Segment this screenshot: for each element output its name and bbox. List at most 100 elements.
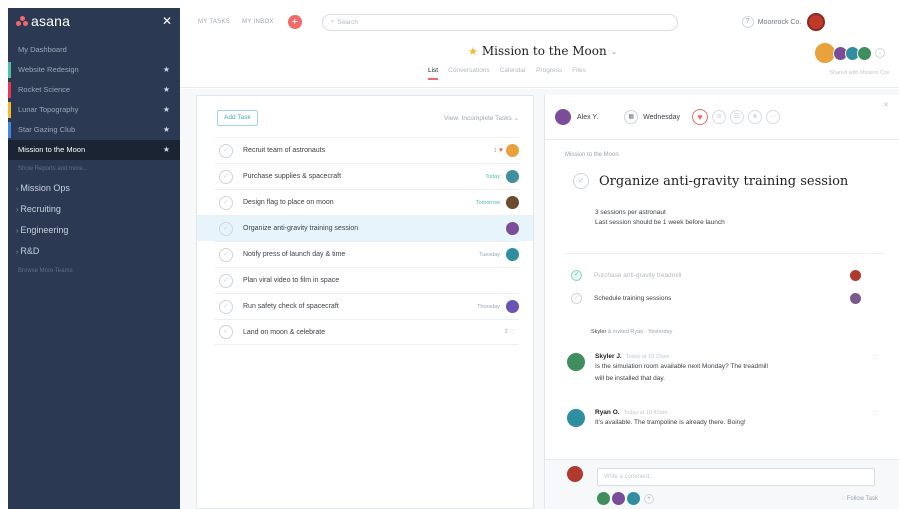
project-tab[interactable]: Conversations (448, 67, 490, 80)
star-icon[interactable]: ★ (468, 45, 478, 58)
project-tab[interactable]: Files (572, 67, 586, 80)
sidebar-team-item[interactable]: › R&D (8, 241, 180, 262)
subtask-checkbox[interactable]: ✓ (571, 292, 582, 304)
project-color-bar (8, 82, 11, 98)
close-sidebar-icon[interactable]: ✕ (162, 14, 172, 28)
sidebar-item-project[interactable]: Website Redesign ★ (8, 60, 180, 80)
complete-task-checkbox[interactable]: ✓ (573, 173, 589, 189)
project-tab[interactable]: List (428, 67, 439, 80)
task-checkbox[interactable]: ✓ (219, 325, 233, 339)
project-color-bar (8, 122, 11, 138)
more-options-icon[interactable]: ⋯ (766, 110, 780, 124)
star-icon[interactable]: ★ (163, 120, 170, 140)
user-avatar[interactable] (807, 13, 826, 31)
chevron-down-icon[interactable]: ⌄ (611, 47, 618, 56)
my-inbox-link[interactable]: MY INBOX (242, 19, 274, 25)
task-checkbox[interactable]: ✓ (219, 195, 233, 210)
subtask-assignee-avatar[interactable] (850, 292, 861, 304)
sidebar-item-project[interactable]: Rocket Science ★ (8, 80, 180, 100)
browse-teams-link[interactable]: Browse More Teams (8, 262, 180, 280)
task-row[interactable]: ✓ Run safety check of spacecraft Thursday (215, 293, 519, 319)
sidebar-team-item[interactable]: › Engineering (8, 220, 180, 241)
sidebar-project-list: My Dashboard Website Redesign ★ Rocket Scie… (8, 40, 180, 160)
task-row[interactable]: ✓ Notify press of launch day & time Tuesda… (215, 241, 519, 267)
project-tab[interactable]: Progress (536, 67, 562, 80)
subtask-assignee-avatar[interactable] (850, 269, 861, 281)
project-tab[interactable]: Calendar (500, 67, 526, 80)
search-input[interactable]: ⌕ Search (321, 13, 678, 31)
task-checkbox[interactable]: ✓ (219, 273, 233, 288)
assignee-avatar[interactable] (506, 222, 519, 235)
add-follower-icon[interactable]: + (644, 493, 654, 504)
task-row[interactable]: ✓ Recruit team of astronauts 1 ♥ (215, 137, 519, 163)
heart-icon[interactable]: ♥ (692, 109, 708, 125)
heart-outline-icon[interactable]: ♡ (510, 328, 516, 336)
task-row[interactable]: ✓ Purchase supplies & spacecraft Today (215, 163, 519, 189)
quick-add-button[interactable]: + (287, 15, 302, 29)
star-icon[interactable]: ★ (163, 60, 170, 80)
tag-icon[interactable]: ⊘ (712, 110, 726, 124)
comment-input[interactable]: Write a comment... (597, 468, 875, 486)
project-header: ★ Mission to the Moon ⌄ List Conversation… (180, 36, 899, 88)
my-tasks-link[interactable]: MY TASKS (198, 19, 230, 25)
task-checkbox[interactable]: ✓ (219, 247, 233, 262)
assignee-avatar[interactable] (506, 170, 519, 183)
like-icon[interactable]: ♡ (872, 409, 879, 418)
task-description[interactable]: 3 sessions per astronaut Last session sh… (595, 208, 725, 228)
sidebar-item-project[interactable]: Lunar Topography ★ (8, 100, 180, 120)
task-title[interactable]: Organize anti-gravity training session (599, 174, 848, 189)
attachment-icon[interactable]: ⊗ (748, 110, 762, 124)
show-more-link[interactable]: Show Reports and more... (8, 160, 180, 178)
detail-project-link[interactable]: Mission to the Moon (565, 152, 619, 158)
commenter-name-text[interactable]: Skyler J. (595, 353, 622, 360)
task-row[interactable]: ✓ Land on moon & celebrate 2 ♡ (215, 319, 519, 345)
heart-icon[interactable]: ♥ (499, 147, 503, 154)
task-row[interactable]: ✓ Design flag to place on moon Tomorrow (215, 189, 519, 215)
star-icon[interactable]: ★ (163, 80, 170, 100)
sidebar-item-project[interactable]: Star Gazing Club ★ (8, 120, 180, 140)
assignee-avatar[interactable] (555, 109, 571, 125)
subtask-icon[interactable]: ☰ (730, 110, 744, 124)
commenter-avatar[interactable] (567, 409, 585, 427)
top-bar: MY TASKS MY INBOX + ⌕ Search ? Moonrock … (180, 8, 899, 36)
subtask-row[interactable]: ✓ Schedule training sessions (571, 288, 861, 308)
assignee-avatar[interactable] (506, 248, 519, 261)
task-checkbox[interactable]: ✓ (219, 299, 233, 314)
star-icon[interactable]: ★ (163, 100, 170, 120)
assignee-avatar[interactable] (506, 300, 519, 313)
asana-logo[interactable]: asana (16, 13, 70, 29)
sidebar-team-item[interactable]: › Mission Ops (8, 178, 180, 199)
follower-avatar[interactable] (627, 492, 640, 505)
task-checkbox[interactable]: ✓ (219, 169, 233, 184)
project-members[interactable]: ⌄ (814, 42, 885, 64)
member-avatar[interactable] (857, 45, 872, 61)
members-dropdown-icon[interactable]: ⌄ (875, 48, 885, 58)
follower-avatar[interactable] (597, 492, 610, 505)
assignee-avatar[interactable] (506, 144, 519, 157)
task-row[interactable]: ✓ Organize anti-gravity training session (197, 215, 533, 241)
star-icon[interactable]: ★ (163, 140, 170, 160)
follower-avatar[interactable] (612, 492, 625, 505)
organization-name[interactable]: Moonrock Co. (758, 19, 802, 26)
close-detail-icon[interactable]: ✕ (883, 101, 889, 109)
commenter-avatar[interactable] (567, 353, 585, 371)
add-task-button[interactable]: Add Task (217, 110, 258, 126)
commenter-name-text[interactable]: Ryan O. (595, 409, 620, 416)
task-checkbox[interactable]: ✓ (219, 221, 233, 236)
project-title[interactable]: ★ Mission to the Moon ⌄ (468, 44, 617, 58)
subtask-checkbox[interactable]: ✓ (571, 269, 582, 281)
assignee-name[interactable]: Alex Y. (577, 114, 598, 121)
sidebar-item-label: Rocket Science (18, 85, 71, 94)
sidebar-item-project[interactable]: Mission to the Moon ★ (8, 140, 180, 160)
sidebar-team-item[interactable]: › Recruiting (8, 199, 180, 220)
assignee-avatar[interactable] (506, 196, 519, 209)
help-icon[interactable]: ? (741, 16, 754, 28)
follow-task-button[interactable]: ◌ Follow Task (842, 496, 878, 502)
due-date-field[interactable]: ▦ Wednesday (624, 110, 680, 124)
sidebar-item-project[interactable]: My Dashboard (8, 40, 180, 60)
like-icon[interactable]: ♡ (872, 353, 879, 362)
subtask-row[interactable]: ✓ Purchase anti-gravity treadmill (571, 265, 861, 285)
task-checkbox[interactable]: ✓ (219, 143, 233, 158)
view-filter-dropdown[interactable]: View: Incomplete Tasks ⌄ (444, 114, 519, 122)
task-row[interactable]: ✓ Plan viral video to film in space (215, 267, 519, 293)
